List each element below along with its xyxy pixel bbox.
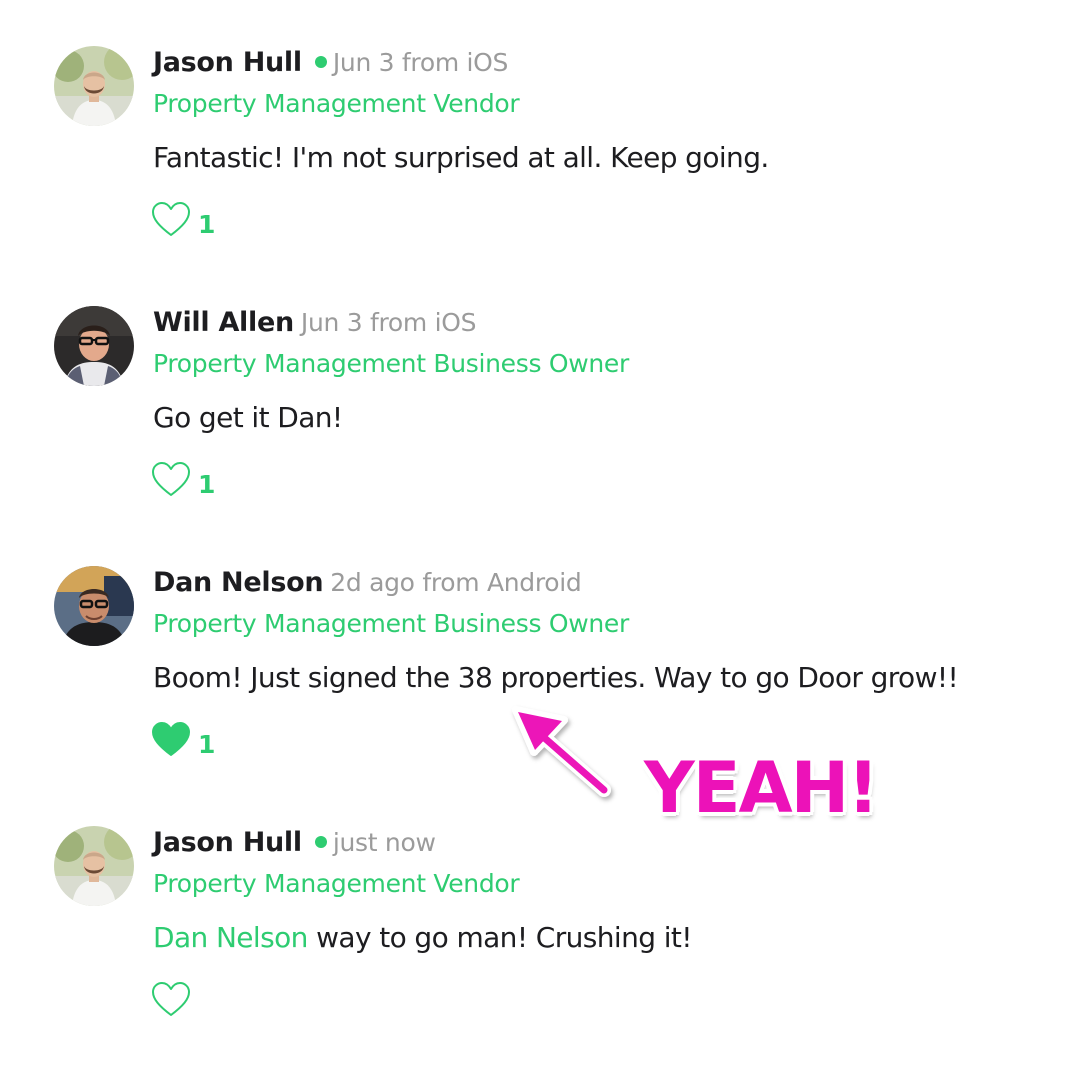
- comment-header: Jason Hull just now: [153, 826, 436, 863]
- online-status-icon: [314, 56, 327, 68]
- author-role: Property Management Business Owner: [153, 349, 629, 378]
- comment-header: Jason Hull Jun 3 from iOS: [153, 46, 508, 83]
- comment-text-rest: way to go man! Crushing it!: [307, 921, 692, 954]
- heart-outline-icon: [152, 202, 190, 236]
- comment-item: Jason Hull Jun 3 from iOS Property Manage…: [0, 0, 1074, 250]
- heart-outline-icon: [152, 982, 190, 1016]
- author-name[interactable]: Will Allen: [153, 307, 294, 338]
- author-role: Property Management Vendor: [153, 89, 520, 118]
- avatar[interactable]: [54, 306, 134, 386]
- comment-text: Fantastic! I'm not surprised at all. Kee…: [153, 141, 769, 174]
- avatar[interactable]: [54, 566, 134, 646]
- annotation-text: YEAH!: [644, 747, 879, 829]
- comment-text: Dan Nelson way to go man! Crushing it!: [153, 920, 692, 956]
- like-count: 1: [198, 209, 216, 239]
- timestamp: just now: [332, 828, 436, 857]
- author-role: Property Management Business Owner: [153, 609, 629, 638]
- avatar[interactable]: [54, 46, 134, 126]
- comment-header: Dan Nelson 2d ago from Android: [153, 566, 582, 603]
- author-name[interactable]: Jason Hull: [153, 47, 302, 78]
- comment-header: Will Allen Jun 3 from iOS: [153, 306, 476, 343]
- heart-filled-icon: [152, 722, 190, 756]
- like-button[interactable]: 1: [151, 720, 215, 760]
- author-name[interactable]: Jason Hull: [153, 827, 302, 858]
- timestamp: Jun 3 from iOS: [332, 48, 509, 77]
- like-button[interactable]: 1: [151, 200, 215, 240]
- like-button[interactable]: 1: [151, 460, 215, 500]
- avatar[interactable]: [54, 826, 134, 906]
- comment-text: Go get it Dan!: [153, 401, 343, 434]
- timestamp: Jun 3 from iOS: [300, 308, 477, 337]
- online-status-icon: [314, 836, 327, 848]
- author-name[interactable]: Dan Nelson: [153, 567, 324, 598]
- heart-outline-icon: [152, 462, 190, 496]
- like-button[interactable]: [151, 980, 191, 1020]
- mention-link[interactable]: Dan Nelson: [153, 921, 308, 954]
- timestamp: 2d ago from Android: [330, 568, 582, 597]
- comment-item: Will Allen Jun 3 from iOS Property Manage…: [0, 260, 1074, 510]
- comment-text: Boom! Just signed the 38 properties. Way…: [153, 661, 959, 694]
- like-count: 1: [198, 729, 216, 759]
- like-count: 1: [198, 469, 216, 499]
- author-role: Property Management Vendor: [153, 869, 520, 898]
